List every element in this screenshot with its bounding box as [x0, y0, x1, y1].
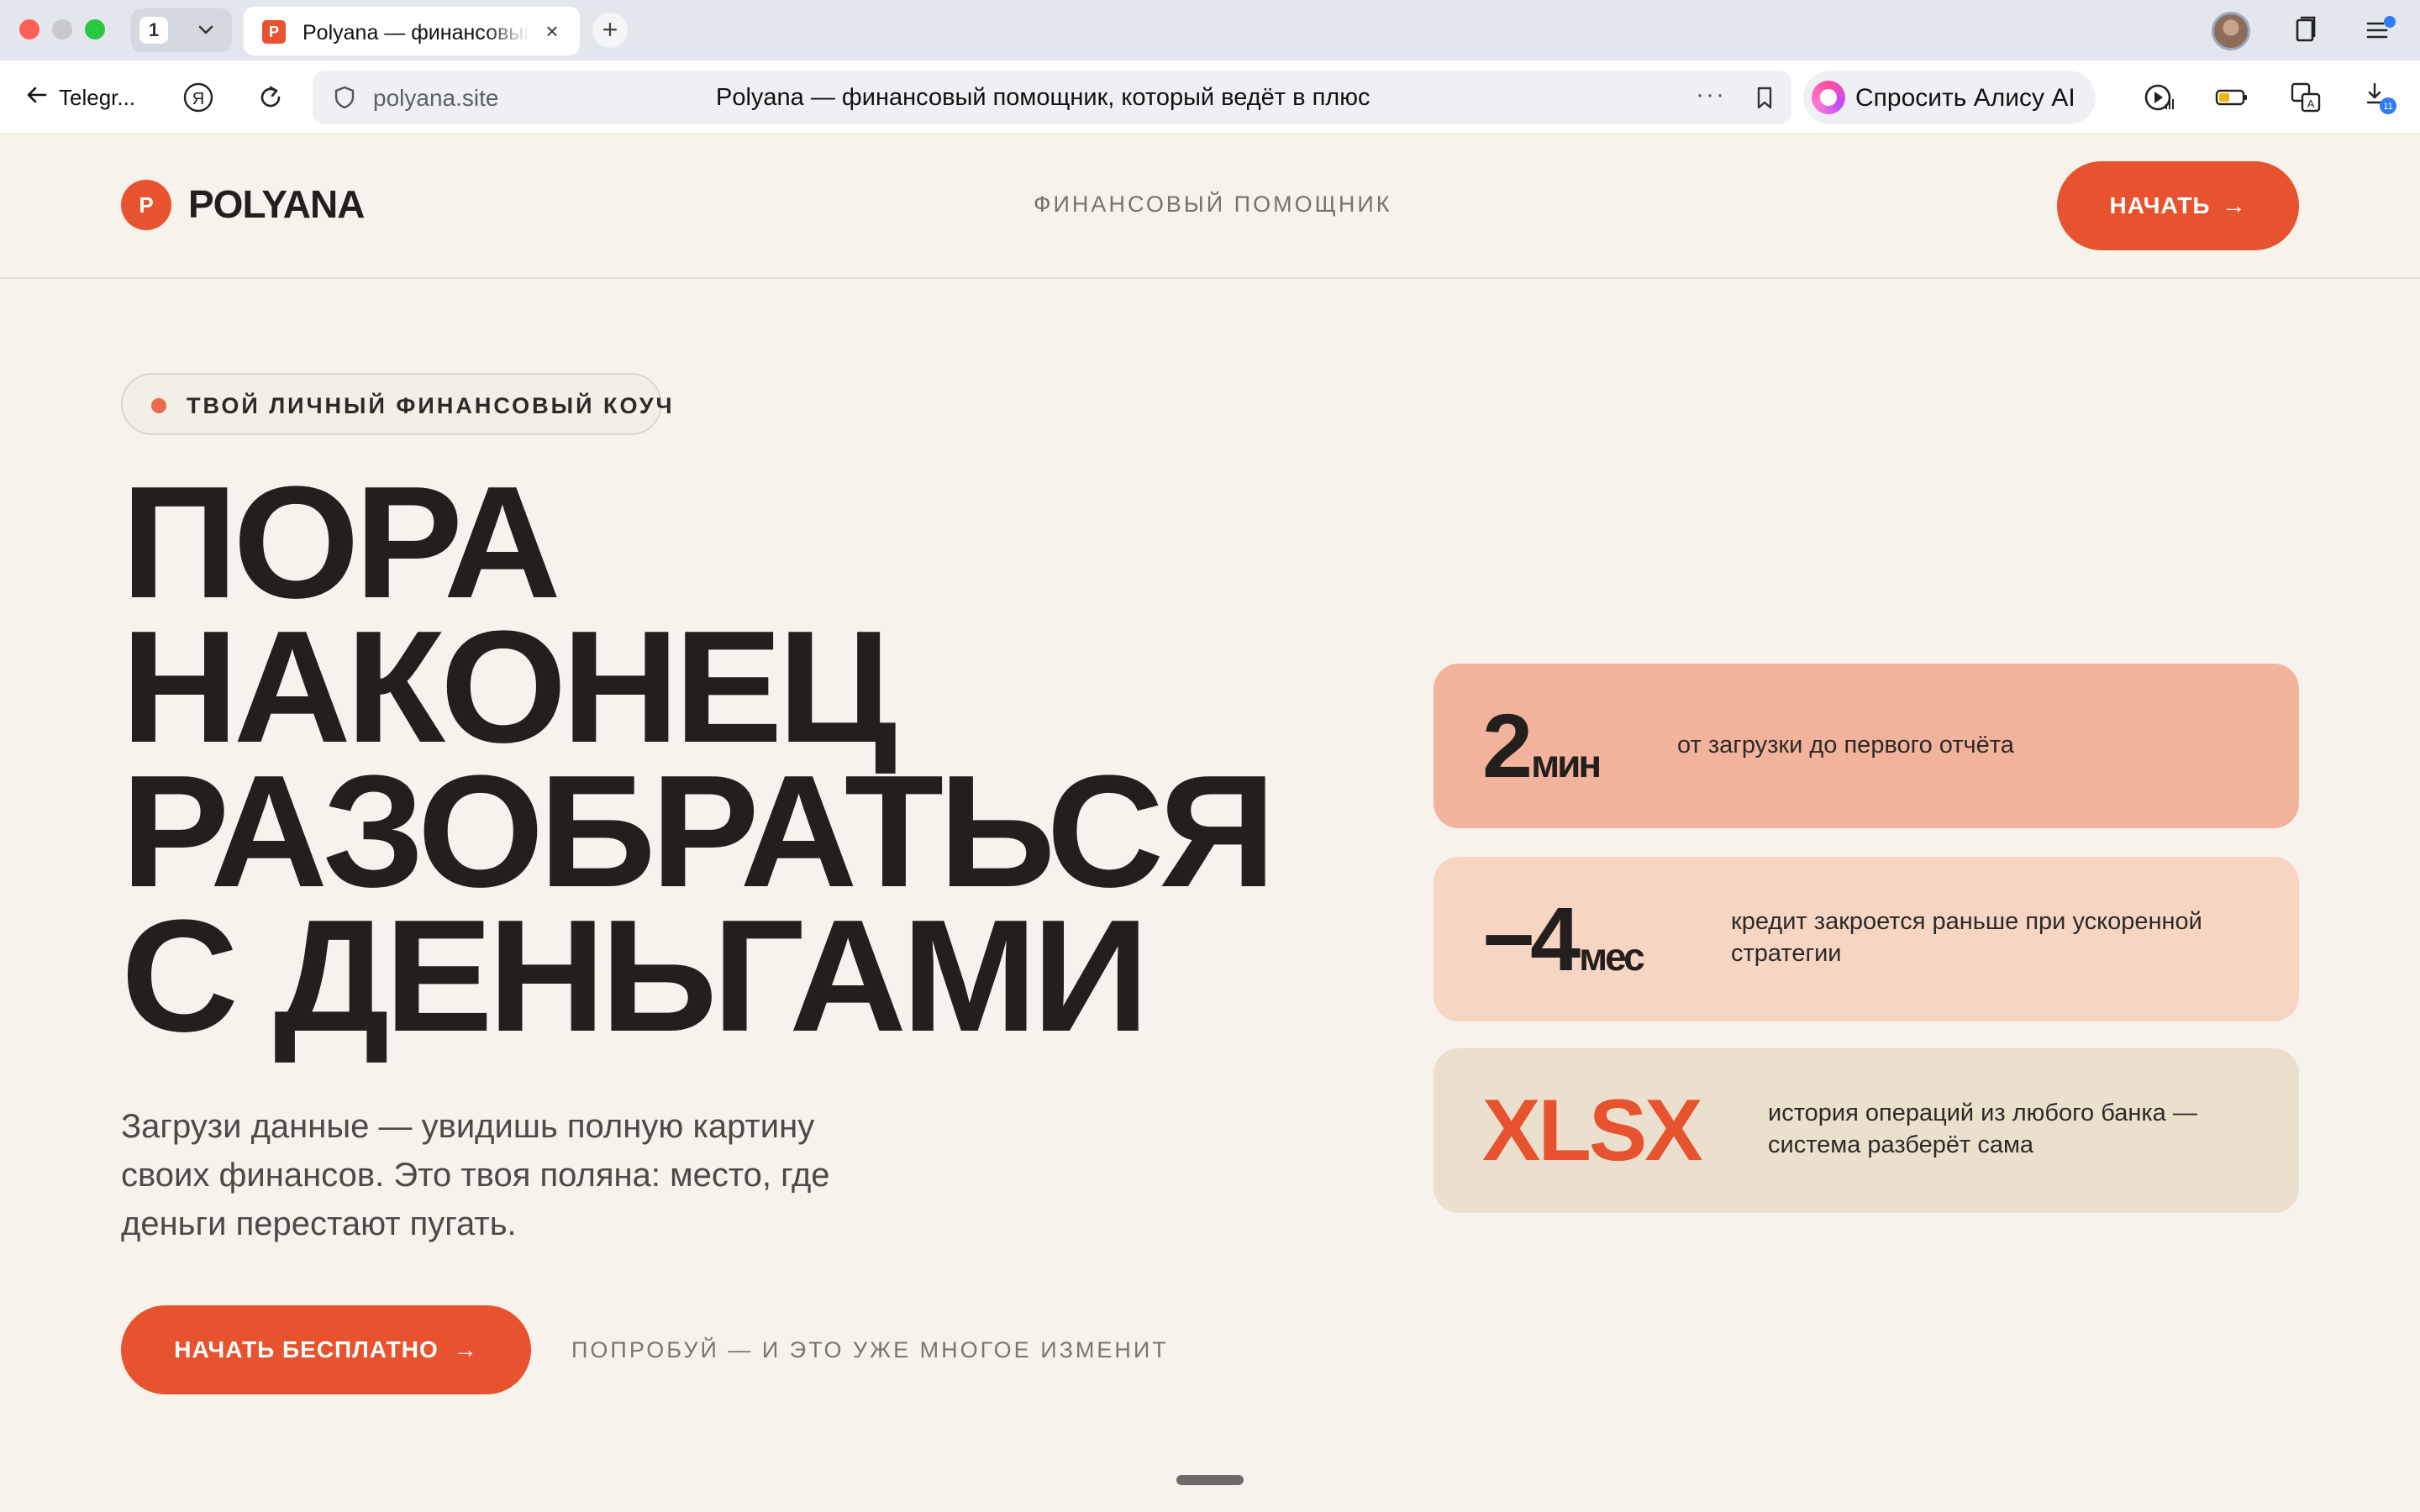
browser-toolbar: Telegr... Я polyana.site Polyana — финан… [0, 60, 2420, 134]
stat-card-credit: −4мес кредит закроется раньше при ускоре… [1434, 857, 2299, 1021]
hero-pill-text: ТВОЙ ЛИЧНЫЙ ФИНАНСОВЫЙ КОУЧ [187, 393, 675, 418]
ask-alice-button[interactable]: Спросить Алису AI [1803, 71, 2096, 124]
stat-description: от загрузки до первого отчёта [1677, 732, 2014, 759]
pill-dot-icon [151, 398, 166, 413]
back-arrow-icon [24, 81, 50, 114]
start-free-button[interactable]: НАЧАТЬ БЕСПЛАТНО → [121, 1305, 531, 1394]
site-header: P POLYANA ФИНАНСОВЫЙ ПОМОЩНИК НАЧАТЬ → [0, 134, 2420, 279]
stat-description: кредит закроется раньше при ускоренной с… [1731, 908, 2202, 967]
logo-text[interactable]: POLYANA [188, 181, 365, 227]
svg-text:A: A [2307, 97, 2315, 110]
arrow-right-icon: → [453, 1336, 478, 1362]
downloads-icon[interactable]: 11 [2361, 79, 2398, 116]
menu-icon[interactable] [2361, 12, 2398, 49]
ask-alice-label: Спросить Алису AI [1855, 84, 2075, 112]
back-button[interactable]: Telegr... [24, 77, 135, 118]
tab-group[interactable]: 1 [131, 8, 232, 52]
address-page-title: Polyana — финансовый помощник, который в… [716, 84, 1370, 111]
headline-line: С ДЕНЬГАМИ [121, 887, 1150, 1065]
tab-count-badge[interactable]: 1 [139, 17, 168, 44]
tab-title: Polyana — финансовый помощник [302, 21, 529, 45]
svg-text:Я: Я [192, 90, 204, 108]
stat-number: XLSX [1482, 1082, 1703, 1179]
logo-icon[interactable]: P [121, 180, 171, 230]
polyana-favicon-icon: P [262, 20, 286, 44]
headline-line: ПОРА [121, 454, 561, 632]
hero-headline: ПОРА НАКОНЕЦ РАЗОБРАТЬСЯ С ДЕНЬГАМИ [121, 463, 1432, 1056]
headline-line: РАЗОБРАТЬСЯ [121, 743, 1276, 921]
bookmark-icon[interactable] [1749, 82, 1780, 117]
stat-unit: мин [1531, 742, 1602, 785]
avatar[interactable] [2212, 12, 2250, 50]
close-window-button[interactable] [19, 19, 39, 39]
cta-note: ПОПРОБУЙ — И ЭТО УЖЕ МНОГОЕ ИЗМЕНИТ [571, 1337, 1169, 1362]
stat-unit: мес [1579, 935, 1645, 979]
stat-number: −4 [1482, 888, 1581, 990]
back-button-label: Telegr... [59, 84, 136, 110]
stat-number: 2 [1482, 695, 1533, 796]
shield-icon[interactable] [329, 82, 360, 117]
header-start-button[interactable]: НАЧАТЬ → [2057, 161, 2299, 250]
stat-card-xlsx: XLSX история операций из любого банка — … [1434, 1048, 2299, 1213]
address-url[interactable]: polyana.site [373, 85, 498, 112]
translate-icon[interactable]: A [2287, 79, 2324, 116]
stat-value: −4мес [1482, 888, 1645, 990]
yandex-icon[interactable]: Я [180, 79, 217, 116]
battery-icon[interactable] [2213, 79, 2250, 116]
close-icon[interactable]: × [539, 18, 565, 44]
media-icon[interactable] [2141, 79, 2178, 116]
header-tagline: ФИНАНСОВЫЙ ПОМОЩНИК [1034, 192, 1392, 217]
maximize-window-button[interactable] [85, 19, 105, 39]
arrow-right-icon: → [2222, 192, 2247, 218]
more-icon[interactable]: ··· [1696, 81, 1726, 109]
stat-value: 2мин [1482, 695, 1602, 796]
stat-value: XLSX [1482, 1080, 1703, 1181]
alice-icon [1812, 81, 1845, 114]
header-start-label: НАЧАТЬ [2109, 192, 2211, 218]
start-free-label: НАЧАТЬ БЕСПЛАТНО [174, 1336, 439, 1362]
minimize-window-button[interactable] [52, 19, 72, 39]
tab-polyana[interactable]: P Polyana — финансовый помощник × [244, 7, 580, 55]
chevron-down-icon[interactable] [193, 18, 218, 42]
browser-tab-bar: 1 P Polyana — финансовый помощник × + [0, 0, 2420, 60]
plus-icon[interactable]: + [592, 13, 628, 48]
scroll-handle[interactable] [1176, 1475, 1244, 1485]
downloads-badge: 11 [2383, 102, 2392, 112]
hero-pill: ТВОЙ ЛИЧНЫЙ ФИНАНСОВЫЙ КОУЧ [121, 373, 672, 435]
collections-icon[interactable] [2287, 12, 2324, 49]
headline-line: НАКОНЕЦ [121, 598, 897, 776]
stat-card-time: 2мин от загрузки до первого отчёта [1434, 664, 2299, 828]
hero-subtext: Загрузи данные — увидишь полную картину … [121, 1108, 830, 1242]
stat-description: история операций из любого банка — систе… [1768, 1100, 2197, 1158]
reload-icon[interactable] [252, 79, 289, 116]
address-bar[interactable]: polyana.site Polyana — финансовый помощн… [313, 71, 1791, 124]
